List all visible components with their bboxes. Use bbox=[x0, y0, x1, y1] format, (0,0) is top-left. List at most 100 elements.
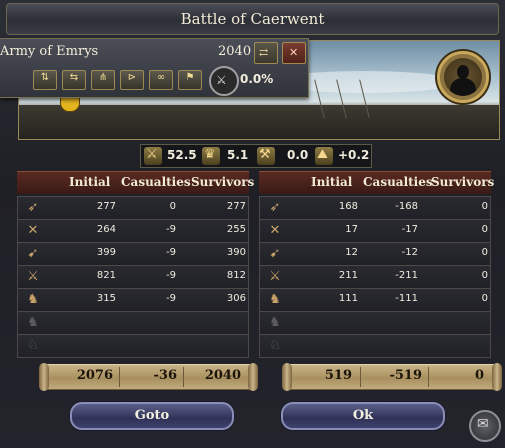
header-initial: Initial bbox=[69, 175, 111, 189]
crown-icon: ♛ bbox=[202, 147, 220, 165]
archers-icon: ➶ bbox=[269, 200, 281, 215]
header-casualties: Casualties bbox=[363, 175, 433, 189]
heavy-infantry-icon: ⚔ bbox=[27, 269, 39, 284]
initial-cell: 264 bbox=[96, 224, 116, 235]
header-casualties: Casualties bbox=[121, 175, 191, 189]
total-casualties: -519 bbox=[389, 368, 422, 383]
battle-window: Battle of Caerwent Army of Emrys 2040 ⇄ … bbox=[0, 0, 505, 448]
casualties-cell: -168 bbox=[395, 201, 418, 212]
close-army-button[interactable]: ✕ bbox=[282, 42, 306, 64]
defender-totals: 519 -519 0 bbox=[282, 363, 502, 391]
casualties-cell: -111 bbox=[395, 293, 418, 304]
unit-row: ✕ 17 -17 0 bbox=[259, 219, 491, 242]
archers-icon: ➶ bbox=[27, 200, 39, 215]
attacker-totals: 2076 -36 2040 bbox=[39, 363, 258, 391]
reinforce-icon: ⚔ bbox=[216, 73, 227, 87]
header-band: Initial Casualties Survivors bbox=[17, 171, 254, 194]
march-icon: ⋔ bbox=[98, 72, 108, 83]
army-panel: Army of Emrys 2040 ⇄ ✕ ⇅ ⇆ ⋔ ⊳ ∞ ⚑ ⚔ 0.0… bbox=[0, 38, 309, 98]
transfer-troops-button[interactable]: ⇄ bbox=[254, 42, 278, 64]
unit-row: ⚔ 821 -9 812 bbox=[17, 265, 249, 288]
unit-row: ♘ bbox=[17, 334, 249, 358]
initial-cell: 168 bbox=[338, 201, 358, 212]
casualties-cell: -9 bbox=[166, 293, 176, 304]
close-icon: ✕ bbox=[289, 46, 299, 59]
defender-panel: Initial Casualties Survivors ➶ 168 -168 … bbox=[259, 171, 495, 358]
total-initial: 2076 bbox=[76, 368, 113, 383]
survivors-cell: 255 bbox=[226, 224, 246, 235]
initial-cell: 17 bbox=[345, 224, 358, 235]
unknown-portrait-icon bbox=[444, 58, 482, 96]
troops-silhouette bbox=[19, 105, 499, 139]
header-initial: Initial bbox=[311, 175, 353, 189]
initial-cell: 111 bbox=[338, 293, 358, 304]
survivors-cell: 0 bbox=[481, 224, 488, 235]
pikemen-icon: ✕ bbox=[269, 223, 281, 238]
unit-row: ➹ 399 -9 390 bbox=[17, 242, 249, 265]
survivors-cell: 0 bbox=[481, 201, 488, 212]
commander-portrait[interactable] bbox=[437, 51, 489, 103]
casualties-cell: 0 bbox=[169, 201, 176, 212]
survivors-cell: 390 bbox=[226, 247, 246, 258]
casualties-cell: -211 bbox=[395, 270, 418, 281]
ok-button[interactable]: Ok bbox=[281, 402, 445, 430]
unit-row: ♞ bbox=[259, 311, 491, 334]
initial-cell: 399 bbox=[96, 247, 116, 258]
reinforce-percent: 0.0% bbox=[240, 72, 274, 86]
survivors-cell: 812 bbox=[226, 270, 246, 281]
knights-icon: ♞ bbox=[269, 315, 281, 330]
light-infantry-icon: ➹ bbox=[269, 246, 281, 261]
casualties-cell: -9 bbox=[166, 247, 176, 258]
envelope-icon: ✉ bbox=[477, 416, 489, 432]
commander-modifier: 0.0 bbox=[287, 148, 309, 162]
header-survivors: Survivors bbox=[431, 175, 495, 189]
header-band: Initial Casualties Survivors bbox=[259, 171, 495, 194]
light-cavalry-icon: ♞ bbox=[27, 292, 39, 307]
horse-archers-icon: ♘ bbox=[269, 338, 281, 353]
raise-button[interactable]: ⊳ bbox=[120, 70, 144, 90]
unit-row: ➹ 12 -12 0 bbox=[259, 242, 491, 265]
survivors-cell: 0 bbox=[481, 247, 488, 258]
goto-button[interactable]: Goto bbox=[70, 402, 234, 430]
casualties-cell: -17 bbox=[401, 224, 418, 235]
survivors-cell: 306 bbox=[226, 293, 246, 304]
crown-modifier: 5.1 bbox=[227, 148, 249, 162]
transfer-troops-icon: ⇄ bbox=[259, 46, 269, 59]
raise-icon: ⊳ bbox=[127, 72, 137, 83]
pikemen-icon: ✕ bbox=[27, 223, 39, 238]
terrain-modifier: +0.2 bbox=[338, 148, 370, 162]
attacker-panel: Initial Casualties Survivors ➶ 277 0 277… bbox=[17, 171, 254, 358]
initial-cell: 277 bbox=[96, 201, 116, 212]
reinforce-button[interactable]: ⚔ bbox=[209, 66, 239, 96]
unit-row: ♞ 111 -111 0 bbox=[259, 288, 491, 311]
total-survivors: 0 bbox=[474, 368, 484, 383]
terrain-icon: ⛰ bbox=[315, 147, 333, 165]
link-icon: ∞ bbox=[156, 72, 166, 83]
casualties-cell: -9 bbox=[166, 270, 176, 281]
knights-icon: ♞ bbox=[27, 315, 39, 330]
initial-cell: 821 bbox=[96, 270, 116, 281]
crossed-swords-icon: ⚔ bbox=[144, 147, 162, 165]
unit-row: ♘ bbox=[259, 334, 491, 358]
initial-cell: 12 bbox=[345, 247, 358, 258]
formation-icon: ⇅ bbox=[40, 72, 50, 83]
casualties-cell: -9 bbox=[166, 224, 176, 235]
formation-button[interactable]: ⇅ bbox=[33, 70, 57, 90]
modifier-bar: ⚔ 52.5 ♛ 5.1 ⚒ 0.0 ⛰ +0.2 bbox=[140, 144, 372, 168]
march-button[interactable]: ⋔ bbox=[91, 70, 115, 90]
total-survivors: 2040 bbox=[204, 368, 241, 383]
link-button[interactable]: ∞ bbox=[149, 70, 173, 90]
unit-row: ➶ 277 0 277 bbox=[17, 196, 249, 219]
flag-button[interactable]: ⚑ bbox=[178, 70, 202, 90]
header-survivors: Survivors bbox=[191, 175, 255, 189]
message-button[interactable]: ✉ bbox=[469, 410, 501, 442]
unit-row: ♞ bbox=[17, 311, 249, 334]
swap-button[interactable]: ⇆ bbox=[62, 70, 86, 90]
army-shield-icon bbox=[60, 96, 80, 112]
survivors-cell: 0 bbox=[481, 270, 488, 281]
initial-cell: 211 bbox=[338, 270, 358, 281]
army-name: Army of Emrys bbox=[0, 44, 99, 59]
light-cavalry-icon: ♞ bbox=[269, 292, 281, 307]
heavy-infantry-icon: ⚔ bbox=[269, 269, 281, 284]
survivors-cell: 277 bbox=[226, 201, 246, 212]
